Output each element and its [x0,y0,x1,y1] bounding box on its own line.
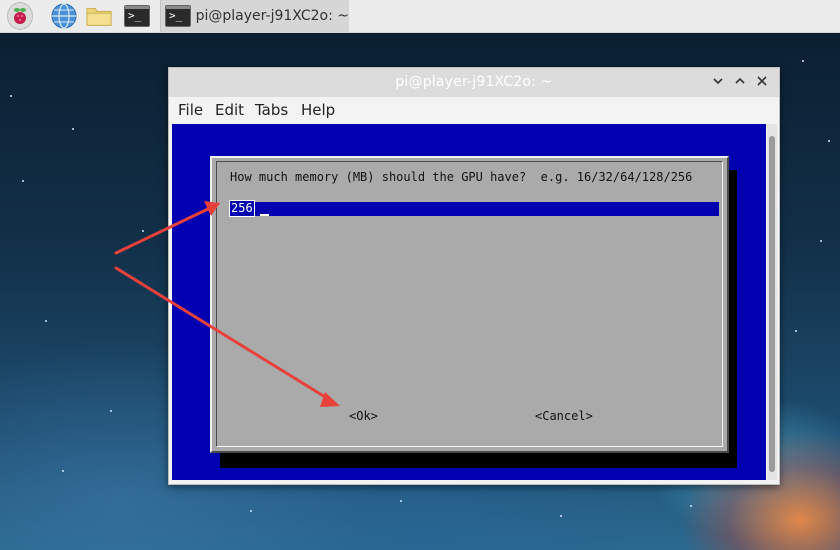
menu-edit[interactable]: Edit [215,101,244,119]
chevron-down-icon [713,78,723,85]
dialog-prompt: How much memory (MB) should the GPU have… [230,170,693,184]
menu-help[interactable]: Help [301,101,335,119]
terminal-prompt-glyph: >_ [124,5,150,27]
minimize-button[interactable] [711,74,725,88]
menu-bar: File Edit Tabs Help [169,97,779,124]
terminal-window: pi@player-j91XC2o: ~ File Edit Tabs Help… [168,67,780,485]
taskbar-window-label: pi@player-j91XC2o: ~ [195,8,349,24]
globe-icon[interactable] [51,3,77,29]
maximize-button[interactable] [733,74,747,88]
folder-icon[interactable] [86,3,112,29]
taskbar-window-button[interactable]: >_ pi@player-j91XC2o: ~ [160,0,349,32]
dialog-inner-frame: How much memory (MB) should the GPU have… [216,161,723,447]
window-titlebar[interactable]: pi@player-j91XC2o: ~ [169,68,779,97]
raspberry-pi-menu-icon[interactable] [7,2,33,30]
menu-file[interactable]: File [178,101,203,119]
taskbar: >_ >_ pi@player-j91XC2o: ~ [0,0,840,33]
raspi-config-dialog: How much memory (MB) should the GPU have… [210,156,729,453]
close-button[interactable] [755,74,769,88]
gpu-memory-value: 256 [229,200,255,217]
text-cursor [260,214,269,216]
chevron-up-icon [735,77,745,84]
cancel-button[interactable]: <Cancel> [535,409,593,423]
menu-tabs[interactable]: Tabs [255,101,288,119]
terminal-content[interactable]: How much memory (MB) should the GPU have… [172,124,766,480]
terminal-icon[interactable]: >_ [123,3,151,29]
close-icon [757,76,767,86]
ok-button[interactable]: <Ok> [349,409,378,423]
gpu-memory-input[interactable]: 256 [229,200,719,217]
scrollbar-thumb[interactable] [769,136,775,472]
scrollbar[interactable] [767,124,777,480]
window-title: pi@player-j91XC2o: ~ [395,74,553,90]
terminal-icon: >_ [165,5,191,27]
